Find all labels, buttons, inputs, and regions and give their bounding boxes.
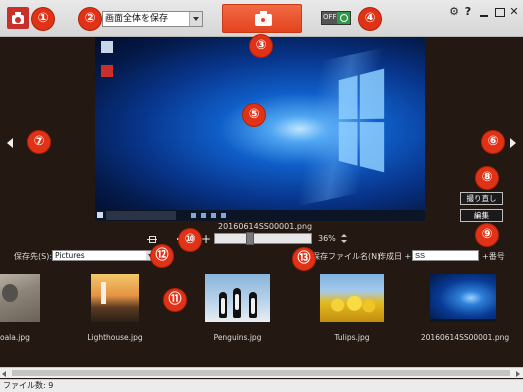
filename-prefix-label: 作成日 + (378, 252, 412, 261)
scroll-right-icon[interactable] (516, 371, 520, 377)
zoom-value: 36% (318, 234, 336, 243)
zoom-fit-icon[interactable] (147, 234, 157, 244)
taskbar-app-icon (191, 213, 196, 218)
close-icon[interactable]: ✕ (508, 6, 520, 18)
scrollbar-thumb[interactable] (12, 370, 510, 376)
annotation-marker: ⑬ (293, 248, 315, 270)
taskbar-search (106, 211, 176, 220)
desktop-app-icon (101, 65, 113, 77)
filename-rule-label: 保存ファイル名(N): (312, 252, 383, 261)
timer-clock-icon (337, 12, 350, 24)
retake-button[interactable]: 撮り直し (460, 192, 503, 205)
scroll-left-icon[interactable] (2, 371, 6, 377)
gear-icon[interactable]: ⚙ (448, 6, 460, 18)
annotation-marker: ④ (359, 8, 381, 30)
thumbnail-image[interactable] (430, 274, 496, 322)
thumbnail-label: Lighthouse.jpg (87, 333, 143, 342)
logo-pane (359, 122, 385, 173)
chevron-down-icon (189, 12, 202, 26)
annotation-marker: ⑦ (28, 131, 50, 153)
thumbnail-label: Penguins.jpg (213, 333, 262, 342)
thumbnail-image[interactable] (0, 274, 40, 322)
thumbnail-label: Tulips.jpg (334, 333, 370, 342)
taskbar-app-icon (221, 213, 226, 218)
help-icon[interactable]: ? (462, 6, 474, 18)
annotation-marker: ⑨ (476, 224, 498, 246)
annotation-marker: ① (32, 8, 54, 30)
zoom-slider-thumb[interactable] (246, 232, 254, 245)
app-logo-camera-body (12, 15, 24, 24)
edit-button[interactable]: 編集 (460, 209, 503, 222)
penguin-shape (219, 292, 227, 318)
annotation-marker: ② (79, 8, 101, 30)
chevron-left-icon[interactable] (7, 138, 13, 148)
maximize-icon[interactable] (493, 6, 505, 18)
app-logo-icon[interactable] (7, 7, 29, 29)
preview-filename: 20160614SS00001.png (218, 222, 313, 231)
capture-preview[interactable] (95, 37, 425, 221)
screenshot-app-window: 画面全体を保存 OFF ⚙ ? ✕ 20160614SS00001.png + … (0, 0, 523, 392)
thumbnail-image[interactable] (320, 274, 384, 322)
status-bar: ファイル数: 9 (0, 379, 523, 392)
timer-toggle[interactable]: OFF (321, 11, 351, 25)
capture-button[interactable] (222, 4, 302, 33)
annotation-marker: ⑪ (164, 289, 186, 311)
zoom-in-icon[interactable]: + (201, 233, 211, 245)
zoom-slider[interactable] (214, 233, 312, 244)
thumbnail-image[interactable] (205, 274, 270, 322)
thumbnail-label: oala.jpg (0, 333, 30, 342)
timer-toggle-state: OFF (323, 13, 337, 21)
horizontal-scrollbar[interactable] (0, 367, 523, 378)
annotation-marker: ⑥ (482, 131, 504, 153)
capture-mode-select[interactable]: 画面全体を保存 (102, 11, 203, 27)
filename-field[interactable] (412, 250, 479, 261)
windows-logo-wallpaper (338, 68, 385, 173)
save-destination-select[interactable]: Pictures (52, 250, 155, 261)
zoom-spinner[interactable] (341, 233, 347, 245)
logo-pane (338, 121, 358, 166)
preview-taskbar (95, 210, 425, 221)
filename-suffix-label: +番号 (482, 252, 505, 261)
annotation-marker: ⑫ (151, 245, 173, 267)
recycle-bin-icon (101, 41, 113, 53)
taskbar-app-icon (201, 213, 206, 218)
penguin-shape (233, 288, 241, 318)
file-count: ファイル数: 9 (3, 381, 54, 390)
annotation-marker: ⑤ (243, 104, 265, 126)
penguin-shape (249, 292, 257, 318)
save-destination-label: 保存先(S): (14, 252, 53, 261)
thumbnail-image[interactable] (91, 274, 139, 322)
annotation-marker: ⑩ (179, 229, 201, 251)
save-destination-value: Pictures (55, 251, 85, 260)
taskbar-app-icon (211, 213, 216, 218)
minimize-icon[interactable] (478, 6, 490, 18)
logo-pane (338, 75, 358, 120)
logo-pane (359, 68, 385, 119)
chevron-right-icon[interactable] (510, 138, 516, 148)
annotation-marker: ⑧ (476, 167, 498, 189)
camera-icon (255, 14, 272, 26)
start-icon (97, 212, 103, 218)
capture-mode-value: 画面全体を保存 (105, 14, 169, 24)
annotation-marker: ③ (250, 35, 272, 57)
thumbnail-label: 20160614SS00001.png (420, 333, 510, 342)
